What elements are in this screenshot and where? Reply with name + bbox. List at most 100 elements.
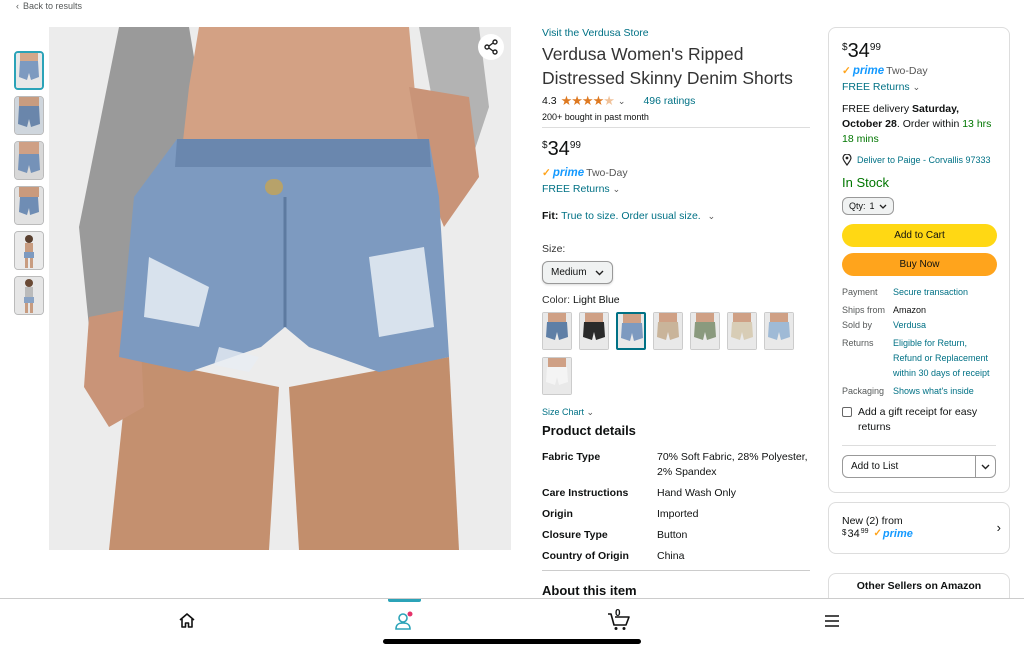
color-swatch[interactable]: [727, 312, 757, 350]
deliver-to-link[interactable]: Deliver to Paige - Corvallis 97333: [842, 154, 996, 166]
back-label: Back to results: [23, 1, 83, 11]
cart-count: 0: [615, 608, 621, 619]
prime-badge: ✓ prime Two-Day: [542, 167, 810, 179]
details-key: Closure Type: [542, 529, 608, 541]
add-to-cart-button[interactable]: Add to Cart: [842, 224, 997, 247]
active-tab-indicator: [388, 599, 421, 602]
nav-home[interactable]: [175, 609, 199, 633]
seller-info-row: Payment Secure transaction: [842, 287, 996, 300]
about-title: About this item: [542, 583, 637, 598]
fit-label: Fit:: [542, 210, 559, 222]
prime-logo: prime: [882, 528, 913, 540]
add-to-list-button[interactable]: Add to List: [843, 456, 976, 477]
prime-label: Two-Day: [586, 167, 628, 179]
nav-account[interactable]: [391, 609, 415, 633]
thumbnail-4[interactable]: [14, 186, 44, 225]
bought-count: 200+ bought in past month: [542, 112, 810, 128]
seller-info-value[interactable]: Verdusa: [893, 318, 996, 333]
color-swatch[interactable]: [542, 312, 572, 350]
seller-info-value: Amazon: [893, 305, 927, 315]
gift-receipt-option[interactable]: Add a gift receipt for easy returns: [842, 405, 996, 446]
price-symbol: $: [842, 528, 847, 537]
size-chart-link[interactable]: Size Chart ⌄: [542, 407, 810, 418]
qty-value: 1: [869, 201, 875, 211]
nav-menu[interactable]: [820, 609, 844, 633]
size-dropdown[interactable]: Medium: [542, 261, 613, 284]
rating-value: 4.3: [542, 95, 557, 107]
prime-badge: ✓ prime Two-Day: [842, 65, 996, 77]
divider: [542, 570, 810, 571]
stock-status: In Stock: [842, 175, 889, 190]
product-info-column: Visit the Verdusa Store Verdusa Women's …: [542, 27, 810, 598]
seller-info-value[interactable]: Eligible for Return, Refund or Replaceme…: [893, 336, 996, 381]
color-swatch[interactable]: [764, 312, 794, 350]
nav-cart[interactable]: 0: [605, 608, 633, 633]
price: $34 99: [542, 138, 810, 161]
delivery-mid: . Order within: [896, 118, 960, 130]
home-indicator: [383, 639, 641, 644]
product-main-image[interactable]: [49, 27, 511, 550]
details-key: Origin: [542, 508, 573, 520]
seller-info-row: Packaging Shows what's inside: [842, 386, 996, 399]
chevron-down-icon: [879, 204, 886, 209]
seller-info-value[interactable]: Shows what's inside: [893, 384, 996, 399]
deliver-to-label: Deliver to Paige - Corvallis 97333: [857, 155, 991, 165]
fit-info[interactable]: Fit: True to size. Order usual size. ⌄: [542, 210, 810, 222]
ratings-count-link[interactable]: 496 ratings: [643, 95, 695, 107]
details-value: 70% Soft Fabric, 28% Polyester, 2% Spand…: [657, 451, 808, 478]
add-to-list-dropdown[interactable]: [976, 456, 995, 477]
details-value: Hand Wash Only: [657, 487, 736, 499]
new-offers-box[interactable]: New (2) from $34 99 ✓ prime ›: [828, 502, 1010, 554]
seller-info-value[interactable]: Secure transaction: [893, 285, 996, 300]
thumbnail-2[interactable]: [14, 96, 44, 135]
chevron-down-icon: [595, 270, 604, 275]
new-offers-text: New (2) from: [842, 515, 903, 527]
free-returns-link[interactable]: FREE Returns ⌄: [842, 81, 996, 93]
color-swatch[interactable]: [579, 312, 609, 350]
free-returns-label: FREE Returns: [542, 183, 610, 195]
color-swatch[interactable]: [542, 357, 572, 395]
free-returns-link[interactable]: FREE Returns ⌄: [542, 183, 810, 195]
location-pin-icon: [842, 154, 852, 166]
add-to-list-control: Add to List: [842, 455, 996, 478]
thumbnail-1[interactable]: [14, 51, 44, 90]
product-details-table: Fabric Type 70% Soft Fabric, 28% Polyeste…: [542, 450, 810, 564]
color-swatch[interactable]: [690, 312, 720, 350]
buybox-price: $34 99: [842, 40, 996, 63]
prime-check-icon: ✓: [842, 65, 851, 77]
details-value: China: [657, 550, 685, 562]
details-row: Fabric Type 70% Soft Fabric, 28% Polyeste…: [542, 450, 810, 480]
star-rating-icon: ★★★★★: [560, 93, 615, 108]
seller-info-row: Returns Eligible for Return, Refund or Re…: [842, 338, 996, 381]
store-link[interactable]: Visit the Verdusa Store: [542, 27, 810, 39]
prime-label: Two-Day: [886, 65, 928, 77]
details-key: Care Instructions: [542, 487, 629, 499]
prime-check-icon: ✓: [873, 528, 882, 539]
thumbnail-6[interactable]: [14, 276, 44, 315]
thumbnail-3[interactable]: [14, 141, 44, 180]
gift-receipt-checkbox[interactable]: [842, 407, 852, 417]
gift-receipt-label: Add a gift receipt for easy returns: [858, 406, 978, 433]
details-value: Button: [657, 529, 688, 541]
qty-label: Qty:: [849, 201, 866, 211]
color-swatch[interactable]: [653, 312, 683, 350]
share-button[interactable]: [478, 34, 504, 60]
chevron-down-icon: [981, 464, 990, 469]
buy-box: $34 99 ✓ prime Two-Day FREE Returns ⌄ FREE…: [828, 27, 1010, 493]
buy-now-button[interactable]: Buy Now: [842, 253, 997, 276]
product-details-title: Product details: [542, 423, 636, 438]
size-label: Size:: [542, 243, 566, 255]
price-whole: 34: [847, 528, 860, 540]
back-to-results-link[interactable]: ‹ Back to results: [16, 1, 82, 11]
thumbnail-5[interactable]: [14, 231, 44, 270]
prime-logo: prime: [852, 65, 885, 77]
delivery-prefix: FREE delivery: [842, 103, 910, 115]
details-row: Origin Imported: [542, 507, 810, 522]
color-swatch[interactable]: [616, 312, 646, 350]
rating-row[interactable]: 4.3 ★★★★★ ⌄ 496 ratings: [542, 93, 810, 109]
details-value: Imported: [657, 508, 699, 520]
prime-logo: prime: [552, 167, 585, 179]
thumbnail-strip: [14, 51, 44, 321]
quantity-dropdown[interactable]: Qty: 1: [842, 197, 894, 215]
chevron-down-icon: ⌄: [707, 211, 716, 221]
